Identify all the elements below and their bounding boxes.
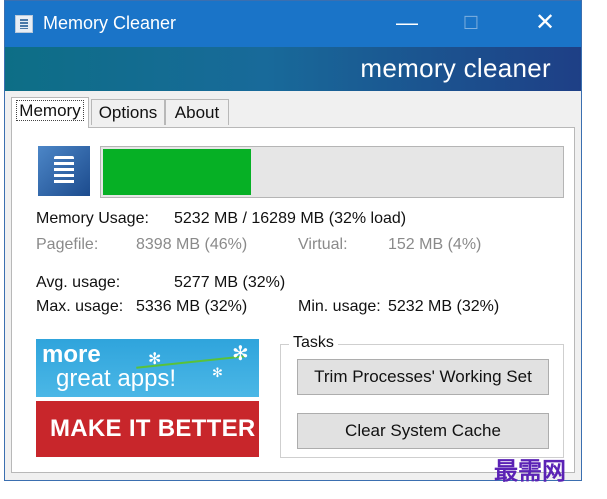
min-usage-value: 5232 MB (32%) [388, 298, 500, 315]
pagefile-label: Pagefile: [36, 236, 99, 253]
header-banner: memory cleaner [5, 47, 581, 91]
close-button[interactable]: ✕ [525, 7, 565, 39]
maximize-button[interactable]: ☐ [451, 7, 491, 39]
tab-options-label: Options [98, 103, 158, 122]
tasks-group: Tasks Trim Processes' Working Set Clear … [280, 334, 564, 458]
memory-panel: Memory Usage: 5232 MB / 16289 MB (32% lo… [11, 127, 575, 473]
title-bar[interactable]: Memory Cleaner — ☐ ✕ [5, 1, 581, 47]
memory-usage-label: Memory Usage: [36, 210, 149, 227]
tab-memory-label: Memory [16, 100, 84, 121]
min-usage-label: Min. usage: [298, 298, 381, 315]
make-it-better-banner[interactable]: MAKE IT BETTER [36, 401, 259, 457]
minimize-button[interactable]: — [387, 7, 427, 39]
tab-about-label: About [174, 103, 220, 122]
sparkle-icon: ✻ [148, 351, 162, 368]
more-apps-banner[interactable]: more great apps! ✻ ✻ ✻ [36, 339, 259, 397]
virtual-value: 152 MB (4%) [388, 236, 482, 253]
max-usage-label: Max. usage: [36, 298, 124, 315]
avg-usage-label: Avg. usage: [36, 274, 121, 291]
pagefile-value: 8398 MB (46%) [136, 236, 248, 253]
sparkle-icon: ✻ [232, 343, 249, 365]
app-icon [15, 15, 33, 33]
site-watermark: 最需网 [494, 457, 566, 485]
more-apps-line2: great apps! [56, 365, 177, 392]
memory-chip-icon [38, 146, 90, 196]
tab-options[interactable]: Options [91, 99, 165, 125]
avg-usage-value: 5277 MB (32%) [174, 274, 286, 291]
memory-load-bar [100, 146, 564, 198]
window-title: Memory Cleaner [43, 13, 177, 33]
tab-about[interactable]: About [165, 99, 229, 125]
banner-title: memory cleaner [360, 53, 551, 83]
clear-system-cache-button[interactable]: Clear System Cache [297, 413, 549, 449]
tasks-group-label: Tasks [289, 334, 338, 352]
tab-memory[interactable]: Memory [11, 97, 89, 128]
memory-usage-value: 5232 MB / 16289 MB (32% load) [174, 210, 407, 227]
make-it-better-text: MAKE IT BETTER [50, 415, 256, 442]
memory-cleaner-window: Memory Cleaner — ☐ ✕ memory cleaner Memo… [4, 0, 582, 481]
trim-working-set-button[interactable]: Trim Processes' Working Set [297, 359, 549, 395]
virtual-label: Virtual: [298, 236, 348, 253]
max-usage-value: 5336 MB (32%) [136, 298, 248, 315]
memory-load-fill [103, 149, 251, 195]
sparkle-icon: ✻ [212, 365, 223, 380]
